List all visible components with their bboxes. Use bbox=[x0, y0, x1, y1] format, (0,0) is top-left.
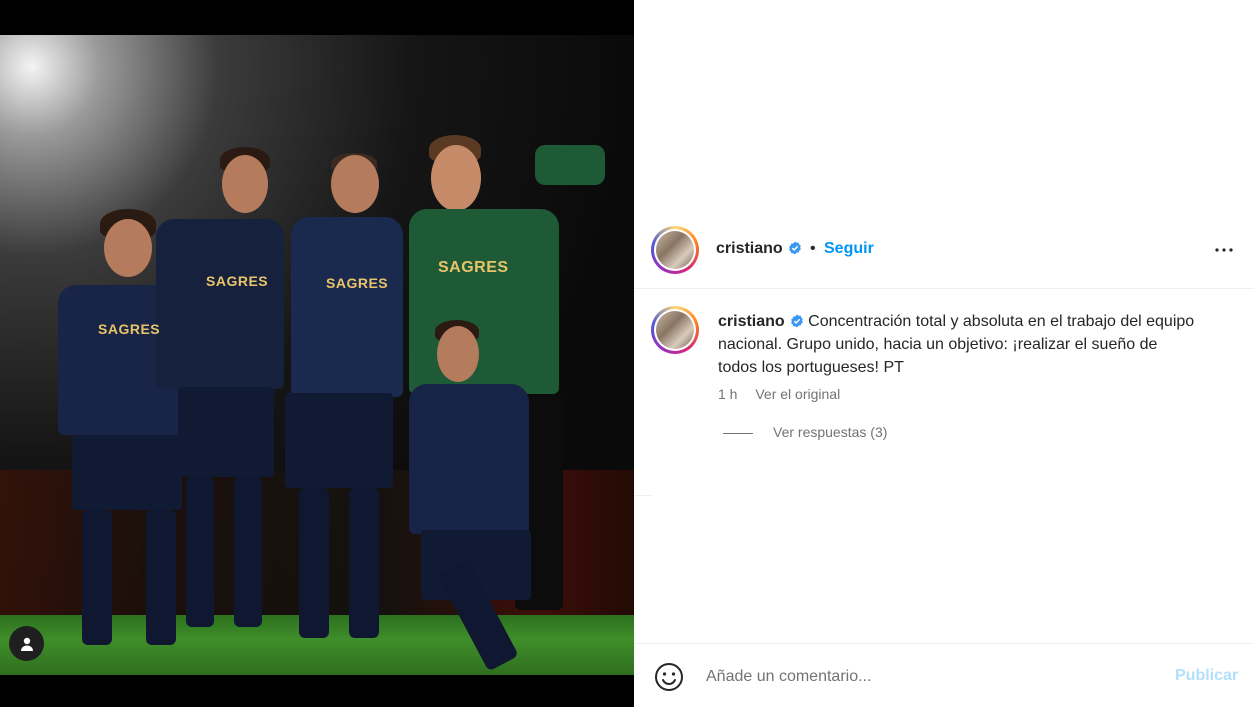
publish-button[interactable]: Publicar bbox=[1175, 667, 1238, 685]
photo-sponsor-text: SAGRES bbox=[438, 259, 509, 276]
panel-divider bbox=[634, 495, 652, 496]
caption-text-block: cristiano Concentración total y absoluta… bbox=[718, 310, 1198, 379]
user-icon bbox=[20, 637, 33, 651]
see-original-link[interactable]: Ver el original bbox=[755, 386, 840, 402]
header-separator: • bbox=[810, 240, 816, 257]
caption-username[interactable]: cristiano bbox=[718, 313, 804, 330]
post-photo[interactable]: SAGRES SAGRES SAGRES SAGRES bbox=[0, 35, 634, 675]
caption-meta: 1 h Ver el original bbox=[718, 386, 840, 402]
comment-composer: Publicar bbox=[634, 643, 1254, 708]
more-horizontal-icon[interactable] bbox=[1212, 238, 1236, 262]
photo-sponsor-text: SAGRES bbox=[98, 321, 161, 337]
replies-divider bbox=[723, 432, 753, 434]
view-replies-label: Ver respuestas (3) bbox=[773, 424, 888, 440]
caption-avatar[interactable] bbox=[651, 306, 699, 354]
photo-player bbox=[150, 147, 290, 647]
post-media-pane: SAGRES SAGRES SAGRES SAGRES bbox=[0, 0, 634, 707]
follow-button[interactable]: Seguir bbox=[824, 240, 874, 258]
post-side-panel: cristiano • Seguir cristiano Concentraci… bbox=[634, 0, 1254, 707]
comment-input[interactable] bbox=[704, 664, 1148, 690]
photo-player bbox=[385, 320, 555, 675]
caption-time[interactable]: 1 h bbox=[718, 386, 737, 402]
verified-badge-icon bbox=[790, 314, 803, 328]
author-username[interactable]: cristiano bbox=[716, 240, 802, 258]
view-replies-button[interactable]: Ver respuestas (3) bbox=[723, 424, 887, 440]
post-header: cristiano • Seguir bbox=[634, 220, 1254, 289]
emoji-icon[interactable] bbox=[654, 662, 684, 692]
author-avatar[interactable] bbox=[651, 226, 699, 274]
tagged-users-button[interactable] bbox=[9, 626, 44, 661]
photo-sponsor-text: SAGRES bbox=[206, 273, 269, 289]
photo-sponsor-text: SAGRES bbox=[326, 275, 389, 291]
verified-badge-icon bbox=[788, 241, 801, 255]
